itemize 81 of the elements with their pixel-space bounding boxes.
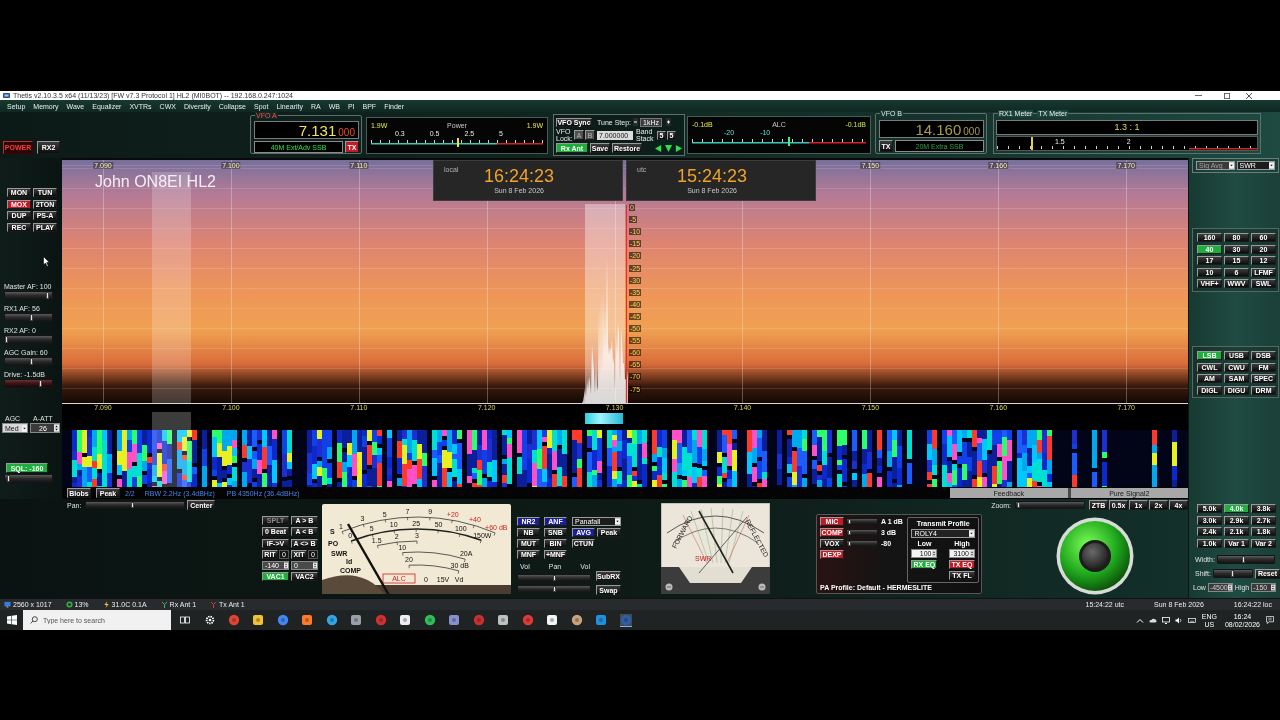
slider-thumb[interactable]: [1017, 502, 1021, 508]
app-icon[interactable]: [619, 613, 632, 627]
caret-down-icon: [1228, 162, 1234, 169]
tuning-knob[interactable]: [1056, 517, 1134, 595]
app-icon: [3, 93, 10, 98]
slider-thumb[interactable]: [5, 336, 8, 344]
app-icon[interactable]: [301, 614, 313, 626]
app-icon[interactable]: [350, 614, 362, 626]
spinner-arrows-icon[interactable]: [54, 424, 59, 433]
slider-track[interactable]: [1015, 501, 1085, 509]
frequency-digits: 14.160: [915, 122, 962, 137]
triangle-left-icon[interactable]: [655, 144, 662, 152]
maximize-icon[interactable]: [1224, 92, 1230, 99]
triangle-right-icon[interactable]: [675, 144, 682, 152]
caret-down-icon: [615, 518, 620, 525]
frequency-display[interactable]: 7.131000: [254, 121, 359, 139]
slider-track[interactable]: [846, 518, 878, 525]
mouse-pointer-icon: [43, 256, 50, 267]
clock-time: 16:24:23: [484, 167, 555, 185]
slider-track[interactable]: [846, 540, 878, 547]
monitor-icon[interactable]: [1161, 616, 1170, 624]
app-icon[interactable]: [546, 614, 558, 626]
frequency-sub-digits: 000: [338, 128, 355, 138]
callsign-text: John ON8EI HL2: [95, 174, 216, 190]
minus-icon[interactable]: [633, 118, 638, 126]
slider-track[interactable]: [517, 574, 591, 582]
app-icon[interactable]: [497, 614, 509, 626]
slider-track[interactable]: [1216, 555, 1275, 564]
notification-icon[interactable]: [1266, 616, 1274, 624]
caret-down-icon: [22, 424, 27, 432]
slider-thumb[interactable]: [30, 358, 34, 366]
app-icon[interactable]: [570, 614, 583, 626]
search-icon: [30, 616, 38, 624]
meter-reading: 1.3 : 1: [996, 120, 1258, 136]
frequency-digits: 7.131: [298, 123, 337, 138]
caret-down-icon: [969, 530, 974, 537]
slider-thumb[interactable]: [848, 530, 852, 535]
slider-thumb[interactable]: [39, 380, 43, 388]
app-icon[interactable]: [423, 614, 436, 626]
cloud-icon[interactable]: [1148, 616, 1157, 624]
app-icon[interactable]: [252, 614, 264, 626]
slider-thumb[interactable]: [29, 314, 33, 322]
windows-logo-icon[interactable]: [7, 615, 17, 625]
slider-thumb[interactable]: [1241, 556, 1245, 563]
slider-thumb[interactable]: [45, 292, 49, 300]
slider-track[interactable]: [846, 529, 878, 536]
frequency-display[interactable]: 14.160000: [879, 120, 984, 138]
slider-thumb[interactable]: [131, 502, 135, 508]
gear-icon[interactable]: [205, 615, 215, 625]
speaker-icon[interactable]: [1174, 616, 1183, 624]
slider-thumb[interactable]: [7, 475, 11, 483]
app-icon[interactable]: [325, 614, 338, 626]
filter-marker: [585, 413, 623, 424]
slider-track[interactable]: [4, 474, 53, 484]
spinner-arrows-icon[interactable]: [1227, 584, 1232, 591]
monitor-icon: [4, 601, 11, 608]
close-icon[interactable]: [1246, 92, 1252, 99]
antenna-icon: [210, 601, 218, 608]
slider-track[interactable]: [4, 357, 53, 367]
lightning-icon: [102, 601, 110, 608]
slider-track[interactable]: [4, 379, 53, 389]
slider-track[interactable]: [517, 585, 591, 593]
slider-thumb[interactable]: [848, 541, 852, 546]
task-view-icon[interactable]: [180, 616, 190, 624]
slider-track[interactable]: [4, 313, 53, 323]
caret-down-icon: [1269, 162, 1274, 169]
clock-time: 15:24:23: [677, 167, 748, 185]
triangle-down-icon[interactable]: [665, 144, 672, 152]
slider-thumb[interactable]: [552, 586, 556, 592]
app-icon[interactable]: [399, 614, 411, 626]
slider-track[interactable]: [4, 291, 53, 301]
frequency-sub-digits: 000: [963, 127, 980, 137]
plus-icon[interactable]: [666, 118, 671, 126]
chevron-up-icon[interactable]: [1135, 616, 1144, 624]
slider-thumb[interactable]: [1231, 570, 1235, 577]
antenna-icon: [160, 601, 168, 608]
slider-thumb[interactable]: [848, 519, 852, 524]
filter-passband: [152, 412, 191, 430]
slider-track[interactable]: [4, 335, 53, 345]
slider-thumb[interactable]: [552, 575, 556, 581]
keyboard-icon[interactable]: [1187, 616, 1196, 624]
